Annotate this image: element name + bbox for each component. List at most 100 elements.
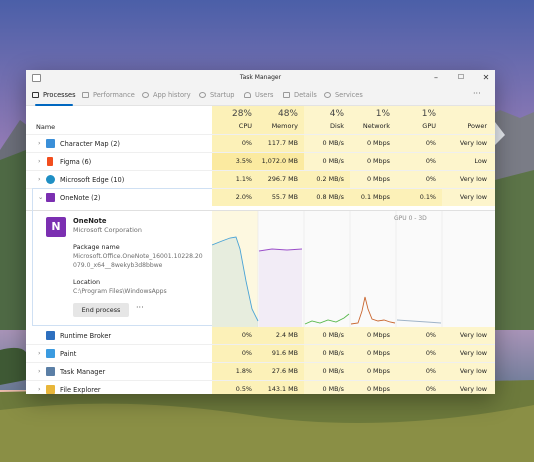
gpu-cell: 0% (396, 171, 442, 188)
memory-total: 48% (277, 109, 298, 119)
process-name: Figma (6) (60, 158, 92, 166)
table-row-selected[interactable]: ⌄ OneNote (2) 2.0% 55.7 MB 0.8 MB/s 0.1 … (26, 188, 495, 206)
tab-services[interactable]: Services (324, 91, 363, 103)
memory-cell: 296.7 MB (258, 171, 304, 188)
cpu-cell: 2.0% (212, 189, 258, 206)
table-row[interactable]: › Microsoft Edge (10) 1.1% 296.7 MB 0.2 … (26, 170, 495, 188)
tab-users[interactable]: Users (244, 91, 273, 103)
power-cell: Very low (442, 363, 495, 380)
network-cell: 0 Mbps (350, 381, 396, 394)
gpu-cell: 0% (396, 153, 442, 170)
tab-app-history[interactable]: App history (142, 91, 191, 103)
disk-total: 4% (329, 109, 344, 119)
table-row[interactable]: › File Explorer 0.5% 143.1 MB 0 MB/s 0 M… (26, 380, 495, 394)
memory-label: Memory (271, 122, 298, 130)
gpu-engine-label: GPU 0 - 3D (394, 215, 427, 222)
location-value: C:\Program Files\WindowsApps (73, 288, 167, 295)
disk-graph-line (304, 313, 350, 325)
edge-icon (46, 175, 55, 184)
tab-label: Details (294, 91, 317, 99)
more-options-button[interactable]: ··· (473, 89, 481, 98)
cpu-total: 28% (231, 109, 252, 119)
cpu-cell: 0% (212, 345, 258, 362)
runtime-broker-icon (46, 331, 55, 340)
chevron-right-icon[interactable]: › (38, 367, 41, 375)
title-bar[interactable]: Task Manager – ☐ ✕ (26, 70, 495, 85)
disk-cell: 0 MB/s (304, 135, 350, 152)
paint-icon (46, 349, 55, 358)
package-name-label: Package name (73, 243, 120, 251)
memory-cell: 2.4 MB (258, 327, 304, 344)
services-gear-icon (324, 92, 331, 98)
column-header-memory[interactable]: 48% Memory (258, 106, 304, 134)
table-row[interactable]: › Paint 0% 91.6 MB 0 MB/s 0 Mbps 0% Very… (26, 344, 495, 362)
usage-graphs-svg (211, 211, 443, 327)
network-cell: 0 Mbps (350, 153, 396, 170)
cpu-cell: 1.8% (212, 363, 258, 380)
column-header-cpu[interactable]: 28% CPU (212, 106, 258, 134)
chevron-right-icon[interactable]: › (38, 139, 41, 147)
cpu-label: CPU (238, 122, 252, 130)
detail-more-button[interactable]: ··· (136, 303, 144, 312)
tab-label: Services (335, 91, 363, 99)
tab-performance[interactable]: Performance (82, 91, 135, 103)
disk-label: Disk (330, 122, 344, 130)
network-total: 1% (375, 109, 390, 119)
process-name: Microsoft Edge (10) (60, 176, 125, 184)
tab-details[interactable]: Details (283, 91, 317, 103)
column-header-network[interactable]: 1% Network (350, 106, 396, 134)
column-header-gpu[interactable]: 1% GPU (396, 106, 442, 134)
column-header-power[interactable]: Power (442, 106, 495, 134)
chevron-right-icon[interactable]: › (38, 157, 41, 165)
column-header-name[interactable]: Name (36, 123, 55, 131)
gpu-cell: 0.1% (396, 189, 442, 206)
resource-graphs (211, 211, 495, 327)
table-row[interactable]: › Task Manager 1.8% 27.6 MB 0 MB/s 0 Mbp… (26, 362, 495, 380)
memory-cell: 143.1 MB (258, 381, 304, 394)
memory-cell: 91.6 MB (258, 345, 304, 362)
chevron-right-icon[interactable]: › (38, 385, 41, 393)
chevron-down-icon[interactable]: ⌄ (38, 193, 43, 201)
cpu-cell: 3.5% (212, 153, 258, 170)
maximize-button[interactable]: ☐ (452, 72, 470, 83)
chevron-right-icon[interactable]: › (38, 349, 41, 357)
column-header-disk[interactable]: 4% Disk (304, 106, 350, 134)
performance-icon (82, 92, 89, 98)
power-cell: Very low (442, 345, 495, 362)
end-process-button[interactable]: End process (73, 303, 129, 317)
cpu-cell: 0% (212, 327, 258, 344)
table-row[interactable]: › Figma (6) 3.5% 1,072.0 MB 0 MB/s 0 Mbp… (26, 152, 495, 170)
power-cell: Very low (442, 189, 495, 206)
gpu-total: 1% (421, 109, 436, 119)
gpu-cell: 0% (396, 345, 442, 362)
chevron-right-icon[interactable]: › (38, 175, 41, 183)
table-row[interactable]: Runtime Broker 0% 2.4 MB 0 MB/s 0 Mbps 0… (26, 326, 495, 344)
tab-startup[interactable]: Startup (199, 91, 234, 103)
tab-label: Processes (43, 91, 76, 99)
disk-cell: 0 MB/s (304, 327, 350, 344)
history-icon (142, 92, 149, 98)
power-cell: Very low (442, 135, 495, 152)
package-name-value: Microsoft.Office.OneNote_16001.10228.200… (73, 253, 203, 269)
table-row[interactable]: › Character Map (2) 0% 117.7 MB 0 MB/s 0… (26, 134, 495, 152)
network-graph-line (350, 296, 396, 325)
detail-info: N OneNote Microsoft Corporation Package … (26, 211, 212, 327)
tab-label: Performance (93, 91, 135, 99)
network-cell: 0 Mbps (350, 327, 396, 344)
network-cell: 0 Mbps (350, 171, 396, 188)
close-button[interactable]: ✕ (477, 72, 495, 83)
power-label: Power (467, 122, 487, 130)
onenote-icon (46, 193, 55, 202)
minimize-button[interactable]: – (427, 72, 445, 83)
tab-bar: Processes Performance App history Startu… (26, 85, 495, 106)
power-cell: Very low (442, 327, 495, 344)
onenote-logo-icon: N (46, 217, 66, 237)
window-title: Task Manager (239, 74, 282, 81)
detail-app-name: OneNote (73, 217, 107, 225)
cpu-cell: 1.1% (212, 171, 258, 188)
location-label: Location (73, 278, 101, 286)
tab-processes[interactable]: Processes (32, 91, 76, 106)
cpu-cell: 0.5% (212, 381, 258, 394)
disk-cell: 0 MB/s (304, 363, 350, 380)
network-cell: 0 Mbps (350, 345, 396, 362)
